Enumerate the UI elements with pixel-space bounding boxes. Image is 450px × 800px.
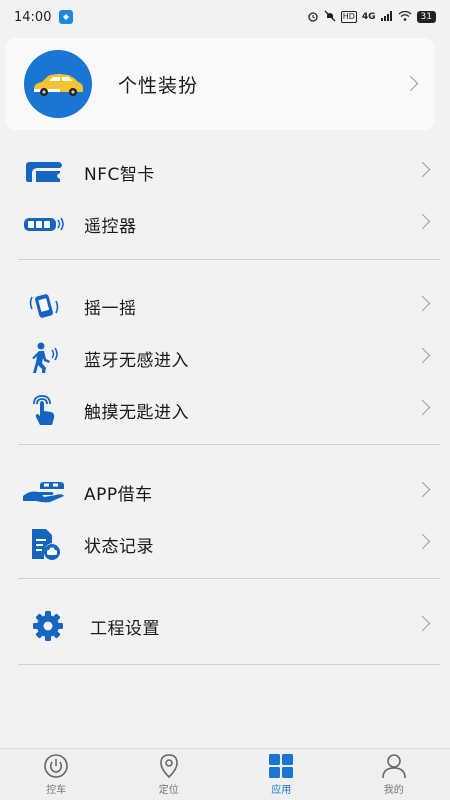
gear-icon <box>26 608 70 644</box>
section-divider <box>18 664 440 665</box>
menu-item-engineering-settings[interactable]: 工程设置 <box>0 602 450 650</box>
user-icon <box>381 754 406 779</box>
car-icon <box>34 74 83 96</box>
wifi-icon <box>398 10 412 24</box>
chevron-right-icon <box>414 213 431 230</box>
power-icon <box>44 754 69 778</box>
chevron-right-icon <box>414 399 431 416</box>
tab-apps[interactable]: 应用 <box>225 749 338 800</box>
menu-item-label: NFC智卡 <box>84 164 155 185</box>
menu-item-nfc[interactable]: NFC智卡 <box>0 148 450 196</box>
status-left: 14:00 <box>14 9 74 25</box>
status-time: 14:00 <box>14 9 52 25</box>
network-type: 4G <box>361 12 376 22</box>
menu-item-label: 状态记录 <box>84 536 154 557</box>
touch-finger-icon <box>22 392 66 428</box>
menu-item-label: 遥控器 <box>84 216 137 237</box>
app-notification-icon <box>59 10 74 24</box>
menu-item-label: 蓝牙无感进入 <box>84 350 189 371</box>
tab-label: 应用 <box>271 785 292 796</box>
menu-item-label: 触摸无匙进入 <box>84 402 189 423</box>
menu-item-label: 摇一摇 <box>84 298 137 319</box>
personalization-title: 个性装扮 <box>118 74 199 97</box>
chevron-right-icon <box>414 295 431 312</box>
menu-item-touch-entry[interactable]: 触摸无匙进入 <box>0 386 450 434</box>
chevron-right-icon <box>402 75 419 92</box>
menu-item-label: 工程设置 <box>90 618 160 639</box>
menu-item-bluetooth-entry[interactable]: 蓝牙无感进入 <box>0 334 450 382</box>
mute-icon <box>324 10 336 25</box>
chevron-right-icon <box>414 347 431 364</box>
menu-item-app-rent[interactable]: APP借车 <box>0 468 450 516</box>
walking-person-icon <box>22 340 66 376</box>
signal-icon <box>380 10 393 24</box>
status-right: HD 4G 31 <box>307 10 436 25</box>
menu-item-label: APP借车 <box>84 484 153 505</box>
remote-key-icon <box>22 206 66 242</box>
car-avatar <box>24 50 92 118</box>
hand-car-icon <box>22 474 66 510</box>
tab-label: 我的 <box>383 785 404 796</box>
menu-item-remote[interactable]: 遥控器 <box>0 200 450 248</box>
hd-badge: HD <box>340 11 357 23</box>
tab-profile[interactable]: 我的 <box>338 749 450 800</box>
section-divider <box>18 444 440 445</box>
battery-indicator: 31 <box>416 11 436 23</box>
bottom-tab-bar: 控车 定位 应用 我的 <box>0 748 450 800</box>
section-divider <box>18 578 440 579</box>
shake-hand-icon <box>22 288 66 324</box>
tab-location[interactable]: 定位 <box>113 749 226 800</box>
alarm-icon <box>307 10 319 25</box>
document-car-icon <box>22 526 66 562</box>
nfc-card-icon <box>22 154 66 190</box>
chevron-right-icon <box>414 615 431 632</box>
tab-label: 控车 <box>46 785 67 796</box>
personalization-card[interactable]: 个性装扮 <box>6 38 434 130</box>
menu-item-status-log[interactable]: 状态记录 <box>0 520 450 568</box>
chevron-right-icon <box>414 533 431 550</box>
tab-label: 定位 <box>158 785 179 796</box>
apps-grid-icon <box>269 754 294 778</box>
location-icon <box>159 754 178 779</box>
chevron-right-icon <box>414 161 431 178</box>
menu-item-shake[interactable]: 摇一摇 <box>0 282 450 330</box>
tab-control[interactable]: 控车 <box>0 749 113 800</box>
status-bar: 14:00 HD 4G 31 <box>0 0 450 34</box>
section-divider <box>18 259 440 260</box>
chevron-right-icon <box>414 481 431 498</box>
